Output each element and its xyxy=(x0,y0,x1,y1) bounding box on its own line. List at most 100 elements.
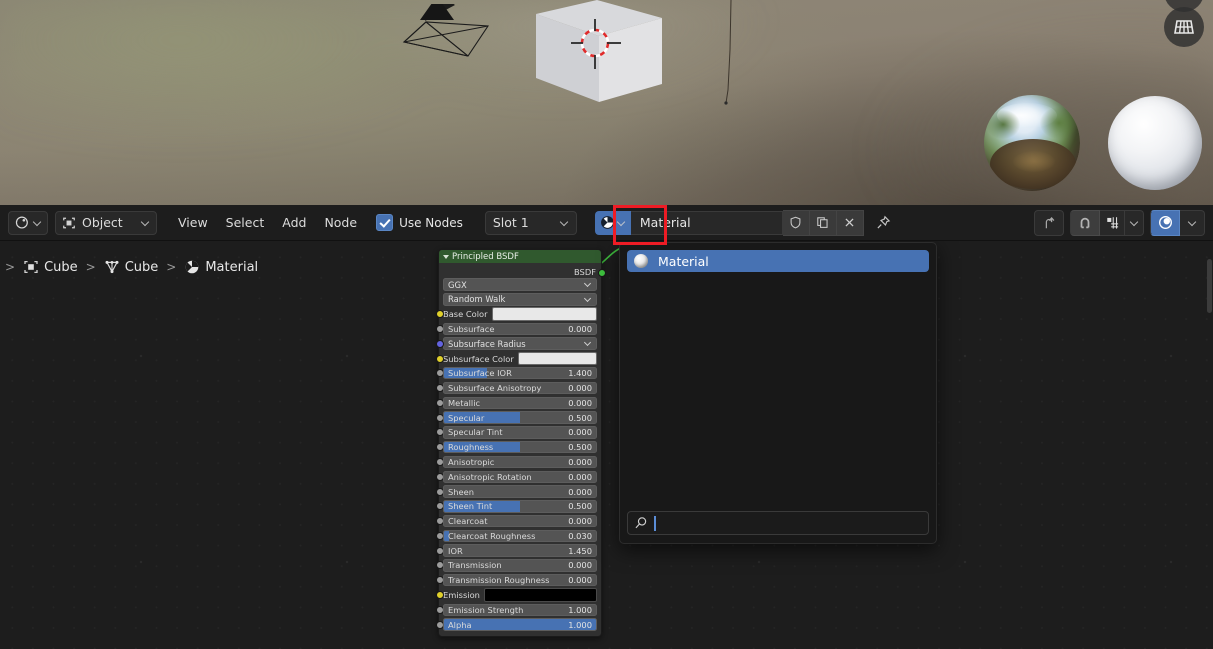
subsurface-ior-field[interactable]: Subsurface IOR 1.400 xyxy=(443,367,597,380)
anisotropic-field[interactable]: Anisotropic 0.000 xyxy=(443,455,597,469)
emission-swatch[interactable] xyxy=(483,588,597,602)
use-nodes-toggle[interactable]: Use Nodes xyxy=(376,214,463,231)
subsurface-anisotropy-field[interactable]: Subsurface Anisotropy 0.000 xyxy=(443,381,597,395)
breadcrumb-leading-arrow: > xyxy=(5,260,16,274)
sheen-tint-field[interactable]: Sheen Tint 0.500 xyxy=(443,500,597,513)
use-nodes-checkbox[interactable] xyxy=(376,214,394,231)
mesh-data-icon xyxy=(105,260,119,274)
material-browse-dropdown[interactable]: Material xyxy=(619,242,937,544)
alpha-field[interactable]: Alpha 1.000 xyxy=(443,618,597,631)
principled-bsdf-node[interactable]: Principled BSDF BSDF GGX Random Walk Bas… xyxy=(436,249,606,637)
distribution-value: GGX xyxy=(448,279,467,290)
subsurface-field[interactable]: Subsurface 0.000 xyxy=(443,322,597,336)
material-id-block: Material xyxy=(594,209,898,236)
3d-viewport[interactable] xyxy=(0,0,1213,205)
node-input-row: IOR 1.450 xyxy=(436,544,597,557)
input-value: 1.450 xyxy=(568,545,592,556)
anisotropic-rotation-field[interactable]: Anisotropic Rotation 0.000 xyxy=(443,470,597,483)
snap-magnet-icon[interactable] xyxy=(1070,209,1100,236)
specular-field[interactable]: Specular 0.500 xyxy=(443,411,597,424)
collapse-triangle-icon[interactable] xyxy=(443,254,449,259)
menu-view[interactable]: View xyxy=(169,211,217,235)
distribution-dropdown-row: GGX xyxy=(443,278,597,291)
metallic-field[interactable]: Metallic 0.000 xyxy=(443,396,597,410)
input-label: Emission Strength xyxy=(448,604,524,615)
breadcrumb-item-mesh[interactable]: Cube xyxy=(125,260,159,275)
copy-new-material-icon[interactable] xyxy=(809,209,837,236)
proportional-editing-icon[interactable] xyxy=(1150,209,1180,236)
subsurface-radius-dropdown[interactable]: Subsurface Radius xyxy=(443,337,597,351)
node-header[interactable]: Principled BSDF xyxy=(439,250,601,263)
input-label: Sheen xyxy=(448,486,474,497)
pin-icon[interactable] xyxy=(870,211,898,235)
chevron-down-icon xyxy=(1188,218,1197,227)
shader-node-editor[interactable]: > Cube > Cube > Material Principled BSDF… xyxy=(0,241,1213,649)
input-label: Subsurface Anisotropy xyxy=(448,383,542,394)
editor-type-button[interactable] xyxy=(8,210,48,235)
vertical-scrollbar[interactable] xyxy=(1207,259,1212,313)
input-label: Subsurface IOR xyxy=(448,368,512,379)
subsurface-radius-row: Subsurface Radius xyxy=(436,337,597,351)
list-item[interactable]: Material xyxy=(627,250,929,272)
node-output-row: BSDF xyxy=(443,265,606,278)
input-label: Clearcoat Roughness xyxy=(448,530,536,541)
grid-icon[interactable] xyxy=(1164,7,1204,47)
transmission-field[interactable]: Transmission 0.000 xyxy=(443,559,597,572)
material-slot-selector[interactable]: Slot 1 xyxy=(484,210,577,235)
emission-strength-field[interactable]: Emission Strength 1.000 xyxy=(443,603,597,616)
proportional-falloff-dropdown[interactable] xyxy=(1180,209,1205,236)
input-label: IOR xyxy=(448,545,463,556)
roughness-field[interactable]: Roughness 0.500 xyxy=(443,440,597,454)
base-color-swatch[interactable] xyxy=(491,307,597,321)
emission-socket[interactable] xyxy=(436,591,444,599)
shield-fake-user-icon[interactable] xyxy=(782,209,810,236)
input-value: 0.500 xyxy=(568,442,592,453)
subsurface-method-dropdown[interactable]: Random Walk xyxy=(443,293,597,306)
menu-select[interactable]: Select xyxy=(217,211,274,235)
transmission-roughness-field[interactable]: Transmission Roughness 0.000 xyxy=(443,574,597,587)
camera-object[interactable] xyxy=(398,4,498,66)
input-label: Subsurface xyxy=(448,323,495,334)
input-value: 0.000 xyxy=(568,427,592,438)
chevron-down-icon xyxy=(617,218,626,227)
material-icon xyxy=(186,260,199,274)
unlink-x-icon[interactable] xyxy=(836,209,864,236)
material-browse-button[interactable] xyxy=(594,210,631,235)
ior-field[interactable]: IOR 1.450 xyxy=(443,544,597,557)
sheen-field[interactable]: Sheen 0.000 xyxy=(443,485,597,498)
emission-row: Emission xyxy=(436,588,597,602)
breadcrumb: > Cube > Cube > Material xyxy=(0,253,258,281)
search-input[interactable] xyxy=(627,511,929,535)
clearcoat-roughness-field[interactable]: Clearcoat Roughness 0.030 xyxy=(443,529,597,543)
breadcrumb-item-object[interactable]: Cube xyxy=(44,260,78,275)
node-input-row: Specular Tint 0.000 xyxy=(436,426,597,439)
input-value: 0.000 xyxy=(568,323,592,334)
clearcoat-field[interactable]: Clearcoat 0.000 xyxy=(443,514,597,528)
node-input-row: Emission Strength 1.000 xyxy=(436,603,597,616)
input-value: 1.000 xyxy=(568,604,592,615)
material-name-field[interactable]: Material xyxy=(630,210,783,235)
menu-node[interactable]: Node xyxy=(315,211,366,235)
snap-dropdown[interactable] xyxy=(1125,209,1144,236)
distribution-dropdown[interactable]: GGX xyxy=(443,278,597,291)
node-output-label: BSDF xyxy=(574,266,596,277)
emission-label: Emission xyxy=(443,590,480,600)
menu-add[interactable]: Add xyxy=(273,211,315,235)
bsdf-output-socket[interactable] xyxy=(598,269,606,277)
subsurface-color-swatch[interactable] xyxy=(517,351,597,366)
specular-tint-field[interactable]: Specular Tint 0.000 xyxy=(443,426,597,439)
subsurface-radius-socket[interactable] xyxy=(436,339,444,348)
input-value: 1.400 xyxy=(568,368,592,379)
chevron-down-icon xyxy=(141,218,150,227)
light-object[interactable] xyxy=(722,0,736,105)
arrow-up-icon[interactable] xyxy=(1034,209,1064,236)
subsurface-color-socket[interactable] xyxy=(436,354,444,363)
input-value: 0.000 xyxy=(568,397,592,408)
snap-increment-icon[interactable] xyxy=(1100,209,1125,236)
breadcrumb-separator: > xyxy=(166,260,177,274)
hdri-preview-sphere xyxy=(984,95,1080,191)
proportional-group xyxy=(1150,209,1205,236)
shader-type-selector[interactable]: Object xyxy=(55,210,157,235)
breadcrumb-item-material[interactable]: Material xyxy=(205,260,258,275)
object-icon xyxy=(63,217,75,228)
